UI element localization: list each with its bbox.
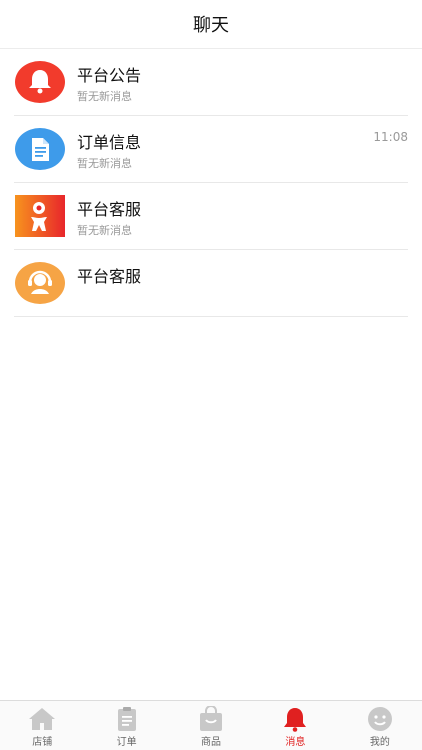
- conversation-time: 11:08: [373, 130, 408, 144]
- bell-icon: [281, 706, 309, 732]
- smiley-profile-icon: [366, 706, 394, 732]
- tab-label: 消息: [285, 737, 306, 748]
- tab-profile[interactable]: 我的: [338, 701, 422, 750]
- document-icon: [15, 128, 65, 170]
- conversation-name: 平台客服: [77, 200, 142, 219]
- bottom-tab-bar: 店铺 订单 商品 消息 我的: [0, 700, 422, 750]
- conversation-preview: 暂无新消息: [77, 224, 132, 237]
- tab-orders[interactable]: 订单: [84, 701, 168, 750]
- conversation-name: 平台公告: [77, 66, 142, 85]
- tab-label: 店铺: [32, 737, 53, 748]
- tab-label: 我的: [369, 737, 390, 748]
- brand-logo: [15, 195, 65, 237]
- conversation-item[interactable]: 平台客服 暂无新消息: [14, 183, 408, 250]
- conversation-name: 订单信息: [77, 133, 142, 152]
- order-clipboard-icon: [113, 706, 141, 732]
- tab-shop[interactable]: 店铺: [0, 701, 84, 750]
- shopping-bag-icon: [197, 706, 225, 732]
- page-title: 聊天: [193, 15, 229, 36]
- conversation-item[interactable]: 订单信息 暂无新消息 11:08: [14, 116, 408, 183]
- conversation-name: 平台客服: [77, 267, 142, 286]
- tab-label: 商品: [201, 737, 222, 748]
- conversation-list: 平台公告 暂无新消息 订单信息 暂无新消息 11:08 平台客服 暂无新消息 平…: [0, 49, 422, 317]
- conversation-item[interactable]: 平台客服: [14, 250, 408, 317]
- conversation-preview: 暂无新消息: [77, 90, 132, 103]
- shop-icon: [28, 706, 56, 732]
- headset-support-icon: [15, 262, 65, 304]
- bell-icon: [15, 61, 65, 103]
- conversation-item[interactable]: 平台公告 暂无新消息: [14, 49, 408, 116]
- conversation-preview: 暂无新消息: [77, 157, 132, 170]
- tab-messages[interactable]: 消息: [253, 701, 337, 750]
- app-header: 聊天: [0, 0, 422, 49]
- tab-label: 订单: [116, 737, 137, 748]
- tab-products[interactable]: 商品: [169, 701, 253, 750]
